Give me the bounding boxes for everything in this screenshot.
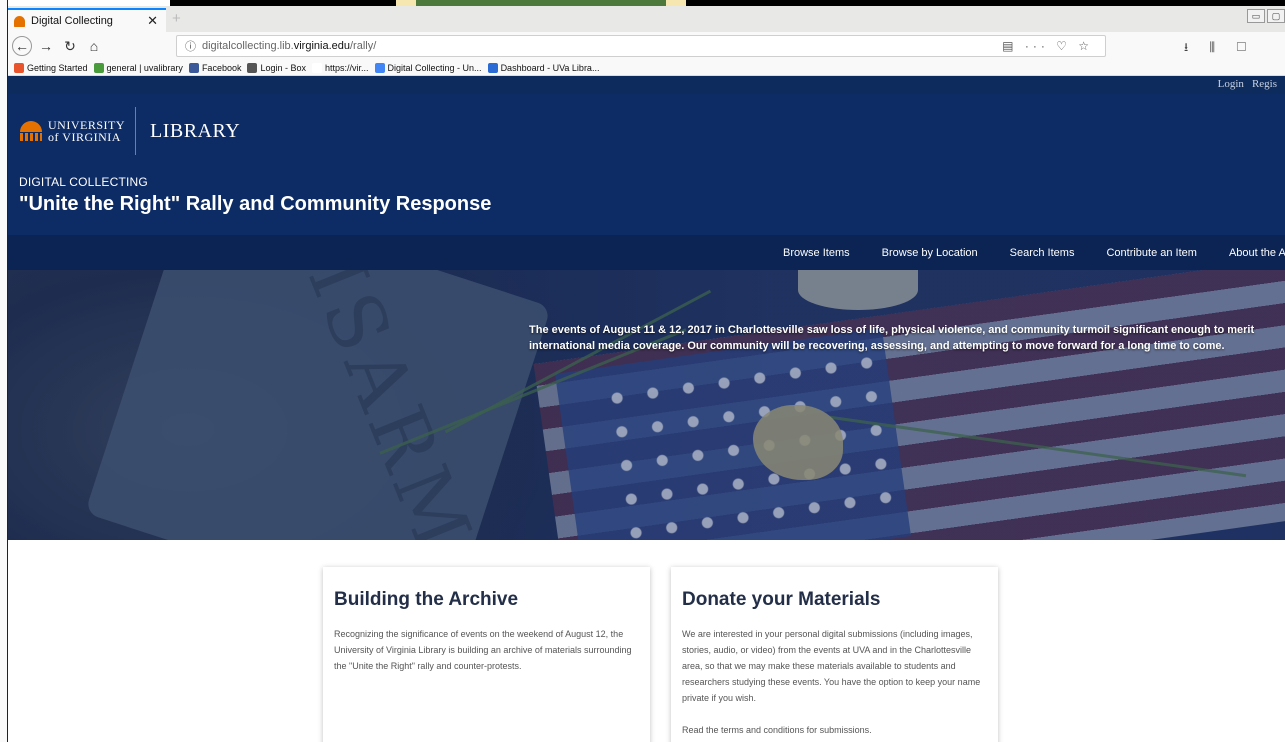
tab-digital-collecting[interactable]: Digital Collecting ✕	[8, 8, 166, 32]
bookmark-item[interactable]: https://vir...	[312, 62, 369, 73]
bookmark-item[interactable]: Dashboard - UVa Libra...	[487, 62, 600, 73]
back-button[interactable]: ←	[12, 36, 32, 56]
address-bar[interactable]: ⓘ digitalcollecting.lib. virginia.edu/ral…	[176, 35, 1106, 57]
bookmark-item[interactable]: Facebook	[188, 62, 242, 73]
url-actions[interactable]: ▤ ··· ♡ ☆	[1002, 39, 1093, 53]
bookmark-favicon-icon	[374, 62, 385, 73]
new-tab-button[interactable]: +	[172, 10, 181, 27]
bookmark-favicon-icon	[14, 62, 24, 73]
logo-divider	[135, 107, 136, 155]
screenshot: Digital Collecting ✕ + ▭ ▢ ← → ↻ ⌂ ⓘ dig…	[0, 0, 1285, 742]
nav-contribute-item[interactable]: Contribute an Item	[1106, 247, 1197, 259]
bookmark-label: Digital Collecting - Un...	[387, 62, 482, 73]
bookmark-favicon-icon	[93, 62, 104, 73]
browser-window: Digital Collecting ✕ + ▭ ▢ ← → ↻ ⌂ ⓘ dig…	[8, 6, 1285, 742]
card-body: Recognizing the significance of events o…	[334, 629, 632, 671]
card-building-archive: Building the Archive Recognizing the sig…	[323, 567, 650, 742]
hero-intro-text: The events of August 11 & 12, 2017 in Ch…	[529, 324, 1255, 352]
bookmark-label: Facebook	[201, 62, 242, 73]
login-link[interactable]: Login	[1218, 78, 1244, 90]
url-host: virginia.edu	[293, 40, 350, 52]
bookmarks-bar: Getting Started general | uvalibrary Faceb…	[8, 60, 1285, 76]
window-controls: ▭ ▢	[1245, 9, 1285, 23]
hero-overlay	[8, 270, 1285, 540]
bookmark-favicon-icon	[247, 62, 258, 73]
site-info-icon[interactable]: ⓘ	[185, 38, 196, 54]
card-donate-materials: Donate your Materials We are interested …	[671, 567, 998, 742]
bookmark-item[interactable]: Login - Box	[247, 62, 306, 73]
main-navigation: Browse Items Browse by Location Search I…	[8, 235, 1285, 270]
bookmark-label: Getting Started	[27, 62, 88, 73]
bookmark-favicon-icon	[487, 62, 498, 73]
bookmark-label: https://vir...	[325, 62, 369, 73]
nav-about-archive[interactable]: About the Archi	[1229, 247, 1285, 259]
utility-bar: Login Regis	[8, 76, 1285, 94]
uva-favicon-icon	[14, 15, 25, 27]
reload-button[interactable]: ↻	[60, 36, 80, 56]
close-tab-icon[interactable]: ✕	[147, 13, 158, 29]
university-wordmark: UNIVERSITY of VIRGINIA	[48, 118, 125, 144]
nav-browse-items[interactable]: Browse Items	[783, 247, 850, 259]
restore-button[interactable]: ▢	[1267, 9, 1285, 23]
tab-title: Digital Collecting	[31, 15, 113, 27]
minimize-button[interactable]: ▭	[1247, 9, 1265, 23]
bookmark-item[interactable]: Digital Collecting - Un...	[374, 62, 482, 73]
uva-library-logo[interactable]: UNIVERSITY of VIRGINIA LIBRARY	[20, 107, 240, 155]
nav-browse-by-location[interactable]: Browse by Location	[882, 247, 978, 259]
terms-link[interactable]: Read the terms and conditions for submis…	[682, 722, 987, 738]
home-button[interactable]: ⌂	[84, 36, 104, 56]
bookmark-label: general | uvalibrary	[106, 62, 183, 73]
navigation-toolbar: ← → ↻ ⌂ ⓘ digitalcollecting.lib. virginia…	[8, 32, 1285, 75]
register-link[interactable]: Regis	[1252, 78, 1277, 90]
card-title: Building the Archive	[334, 589, 519, 610]
library-wordmark: LIBRARY	[150, 119, 241, 142]
url-prefix: digitalcollecting.lib.	[202, 40, 294, 52]
bookmark-favicon-icon	[312, 62, 322, 73]
hero-banner: DISARM The events of August 11 & 12, 201…	[8, 270, 1285, 540]
forward-button[interactable]: →	[36, 36, 56, 56]
bookmark-item[interactable]: general | uvalibrary	[93, 62, 183, 73]
tab-bar: Digital Collecting ✕ + ▭ ▢	[8, 6, 1285, 32]
site-header: UNIVERSITY of VIRGINIA LIBRARY DIGITAL C…	[8, 94, 1285, 235]
bookmark-item[interactable]: Getting Started	[14, 62, 88, 73]
bookmark-label: Login - Box	[260, 62, 306, 73]
nav-search-items[interactable]: Search Items	[1010, 247, 1075, 259]
background-window-edge	[0, 0, 8, 742]
bookmark-label: Dashboard - UVa Libra...	[500, 62, 600, 73]
bookmark-favicon-icon	[188, 62, 199, 73]
card-body: We are interested in your personal digit…	[682, 629, 981, 703]
card-title: Donate your Materials	[682, 589, 881, 610]
rotunda-icon	[20, 121, 42, 141]
url-path: /rally/	[349, 40, 377, 52]
site-kicker: DIGITAL COLLECTING	[19, 175, 148, 189]
web-page: Login Regis UNIVERSITY of VIRGINIA LIBRAR…	[8, 76, 1285, 742]
site-title[interactable]: "Unite the Right" Rally and Community Re…	[19, 193, 491, 216]
